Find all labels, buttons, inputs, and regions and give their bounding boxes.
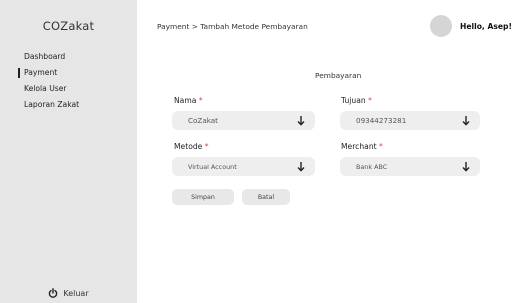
sidebar-item-payment[interactable]: Payment (17, 67, 79, 83)
app-logo: COZakat (42, 19, 95, 33)
sidebar: COZakat Dashboard Payment Kelola User La… (0, 0, 137, 303)
nama-value: CoZakat (188, 116, 219, 125)
sidebar-item-laporan-zakat[interactable]: Laporan Zakat (24, 99, 79, 115)
avatar[interactable] (430, 15, 452, 37)
merchant-label: Merchant * (341, 142, 383, 151)
cancel-button[interactable]: Batal (242, 189, 290, 205)
required-mark: * (368, 96, 372, 105)
nama-select[interactable]: CoZakat (172, 111, 315, 130)
power-icon (49, 288, 58, 298)
arrow-down-icon (297, 116, 305, 126)
nama-label-text: Nama (174, 96, 197, 105)
metode-value: Virtual Account (188, 162, 237, 171)
metode-select[interactable]: Virtual Account (172, 157, 315, 176)
merchant-label-text: Merchant (341, 142, 377, 151)
sidebar-item-kelola-user[interactable]: Kelola User (24, 83, 79, 99)
save-button[interactable]: Simpan (172, 189, 234, 205)
merchant-select[interactable]: Bank ABC (340, 157, 480, 176)
tujuan-value: 09344273281 (356, 116, 407, 125)
nama-label: Nama * (174, 96, 203, 105)
metode-label: Metode * (174, 142, 209, 151)
required-mark: * (379, 142, 383, 151)
tujuan-select[interactable]: 09344273281 (340, 111, 480, 130)
sidebar-nav: Dashboard Payment Kelola User Laporan Za… (17, 51, 79, 115)
arrow-down-icon (462, 116, 470, 126)
required-mark: * (198, 96, 203, 105)
user-greeting: Hello, Asep! (460, 21, 512, 31)
metode-label-text: Metode (174, 142, 203, 151)
logout-label: Keluar (63, 288, 89, 298)
user-profile[interactable]: Hello, Asep! (430, 15, 512, 37)
form-title: Pembayaran (315, 71, 362, 80)
logout-button[interactable]: Keluar (0, 288, 137, 298)
required-mark: * (204, 142, 209, 151)
arrow-down-icon (297, 162, 305, 172)
arrow-down-icon (462, 162, 470, 172)
merchant-value: Bank ABC (356, 162, 388, 171)
tujuan-label: Tujuan * (341, 96, 372, 105)
tujuan-label-text: Tujuan (341, 96, 366, 105)
sidebar-item-dashboard[interactable]: Dashboard (24, 51, 79, 67)
breadcrumb: Payment > Tambah Metode Pembayaran (157, 22, 308, 31)
